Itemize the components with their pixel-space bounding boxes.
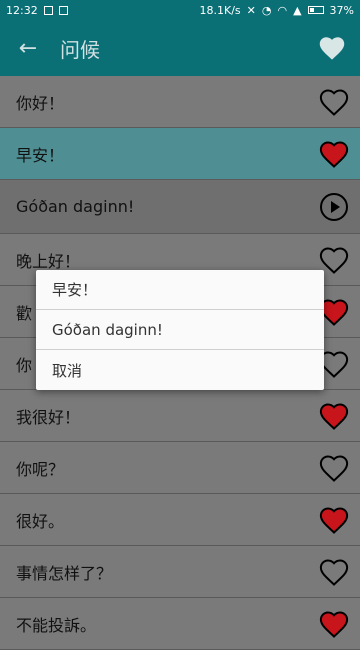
list-item-text: 不能投訴。: [16, 615, 97, 635]
status-time: 12:32: [6, 3, 38, 17]
app-bar: ← 问候: [0, 20, 360, 76]
heart-outline-icon: [319, 88, 349, 116]
heart-filled-icon: [319, 610, 349, 638]
notification-icon: [43, 5, 53, 15]
favorite-toggle[interactable]: [318, 400, 350, 432]
favorite-toggle[interactable]: [318, 452, 350, 484]
list-item[interactable]: 你好！: [0, 76, 360, 128]
list-item-text: 很好。: [16, 511, 65, 531]
list-item[interactable]: Góðan daginn!: [0, 180, 360, 234]
favorites-button[interactable]: [304, 20, 360, 76]
list-item[interactable]: 早安！: [0, 128, 360, 180]
list-item-text: 我很好！: [16, 407, 81, 427]
favorite-toggle[interactable]: [318, 608, 350, 640]
list-item[interactable]: 很好。: [0, 494, 360, 546]
favorite-toggle[interactable]: [318, 138, 350, 170]
silent-icon: ✕: [246, 3, 256, 17]
heart-filled-icon: [319, 140, 349, 168]
list-item-text: 歡: [16, 303, 33, 323]
list-item-text: 你好！: [16, 93, 65, 113]
play-circle-icon: [320, 192, 348, 221]
favorite-toggle[interactable]: [318, 556, 350, 588]
heart-outline-icon: [319, 454, 349, 482]
back-arrow-icon: ←: [18, 35, 38, 61]
list-item-text: 你呢？: [16, 459, 65, 479]
heart-filled-icon: [319, 506, 349, 534]
network-speed: 18.1K/s: [199, 3, 241, 17]
status-bar: 12:32 18.1K/s ✕ ◔ ◠ ▲ 37%: [0, 0, 360, 20]
list-item-text: Góðan daginn!: [16, 197, 135, 216]
list-item[interactable]: 我很好！: [0, 390, 360, 442]
list-item-text: 事情怎样了？: [16, 563, 113, 583]
signal-icon: ▲: [293, 3, 302, 17]
wifi-icon: ◠: [277, 3, 288, 17]
notification-icon: [58, 5, 68, 15]
page-title: 问候: [60, 37, 100, 62]
dialog-item-translation[interactable]: Góðan daginn!: [36, 310, 324, 350]
dialog-cancel-button[interactable]: 取消: [36, 350, 324, 390]
heart-outline-icon: [319, 558, 349, 586]
battery-icon: [307, 6, 324, 14]
heart-filled-icon: [319, 402, 349, 430]
list-item-text: 你: [16, 355, 33, 375]
alarm-icon: ◔: [261, 3, 272, 17]
list-item[interactable]: 不能投訴。: [0, 598, 360, 650]
dialog-item-phrase[interactable]: 早安！: [36, 270, 324, 310]
context-dialog: 早安！ Góðan daginn! 取消: [36, 270, 324, 390]
back-button[interactable]: ←: [0, 20, 56, 76]
list-item-text: 早安！: [16, 145, 65, 165]
favorite-toggle[interactable]: [318, 86, 350, 118]
favorite-toggle[interactable]: [318, 504, 350, 536]
list-item[interactable]: 事情怎样了？: [0, 546, 360, 598]
heart-icon: [319, 37, 345, 60]
list-item[interactable]: 你呢？: [0, 442, 360, 494]
play-button[interactable]: [318, 191, 350, 223]
list-item-text: 晚上好！: [16, 251, 81, 271]
battery-percent: 37%: [329, 3, 354, 17]
